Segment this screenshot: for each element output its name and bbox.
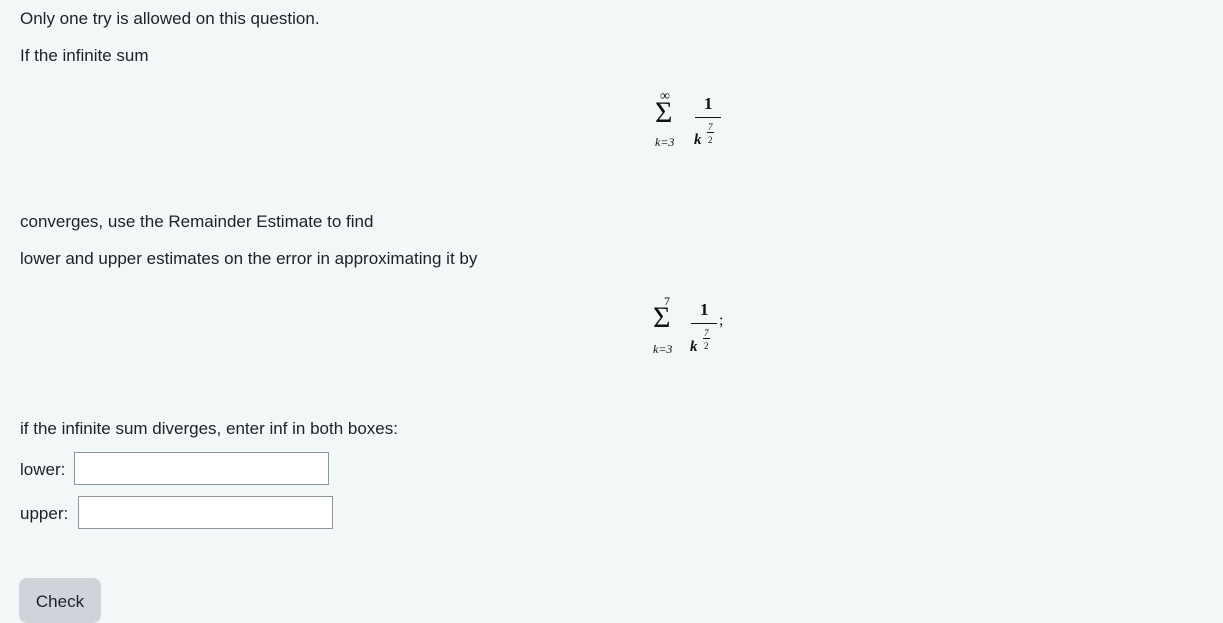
partial-sum-formula: 7 Σ k=3 1 k 7 2 ;: [648, 293, 738, 363]
converges-text: converges, use the Remainder Estimate to…: [20, 212, 374, 231]
trailing-semicolon: ;: [719, 312, 724, 329]
sigma-symbol: Σ: [653, 301, 671, 334]
fraction-numerator: 1: [700, 300, 709, 319]
fraction-bar: [695, 117, 721, 118]
upper-estimate-input[interactable]: [78, 496, 333, 529]
question-intro: If the infinite sum: [20, 46, 149, 65]
lower-label: lower:: [20, 460, 66, 479]
estimates-text: lower and upper estimates on the error i…: [20, 249, 478, 268]
check-button[interactable]: Check: [19, 578, 101, 623]
fraction-bar: [691, 323, 717, 324]
sum-lower-limit: k=3: [655, 135, 675, 149]
question-notice: Only one try is allowed on this question…: [20, 9, 320, 28]
fraction-base: k: [694, 132, 702, 148]
exponent-denominator: 2: [704, 341, 709, 351]
sigma-symbol: Σ: [655, 96, 673, 129]
lower-estimate-input[interactable]: [74, 452, 329, 485]
fraction-base: k: [690, 339, 698, 355]
exponent-denominator: 2: [708, 135, 713, 145]
diverges-text: if the infinite sum diverges, enter inf …: [20, 419, 398, 438]
upper-label: upper:: [20, 504, 69, 523]
infinite-sum-formula: ∞ Σ k=3 1 k 7 2: [650, 88, 730, 158]
sum-lower-limit: k=3: [653, 342, 673, 356]
exponent-bar: [703, 338, 710, 339]
exponent-bar: [707, 132, 714, 133]
fraction-numerator: 1: [704, 94, 713, 113]
